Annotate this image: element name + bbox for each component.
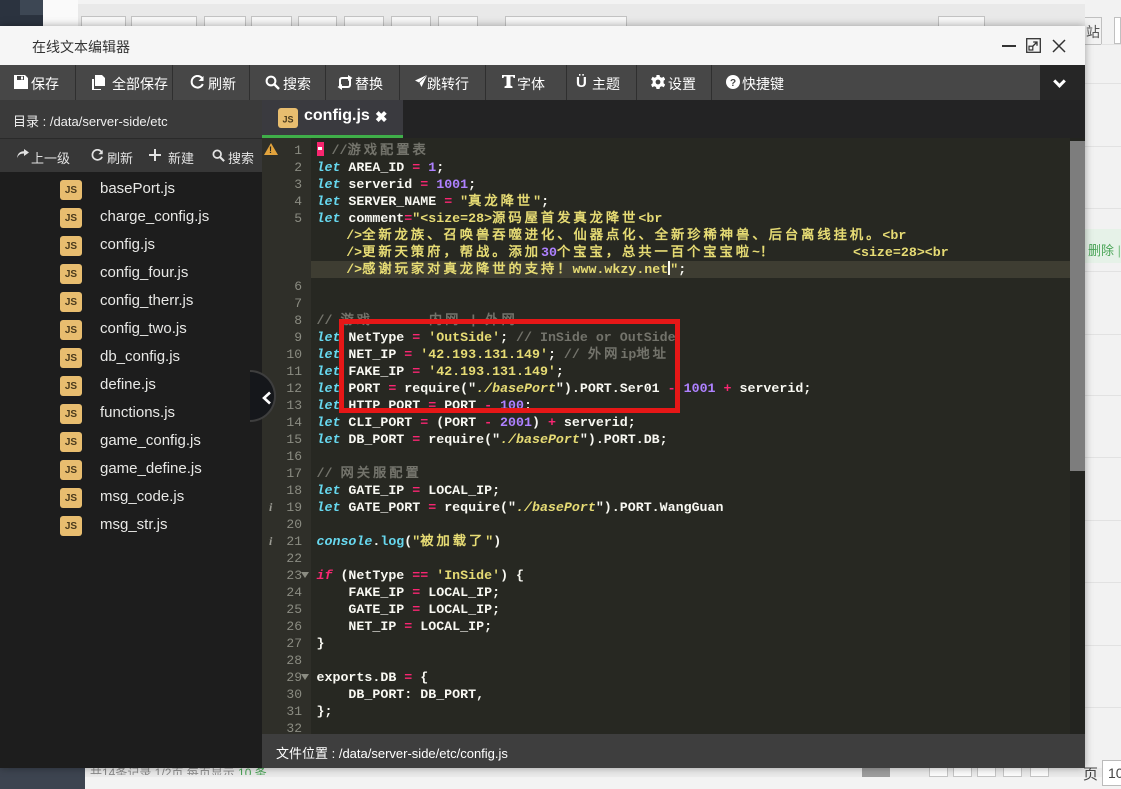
svg-text:?: ? [730,78,736,89]
svg-text:JS: JS [282,115,293,125]
